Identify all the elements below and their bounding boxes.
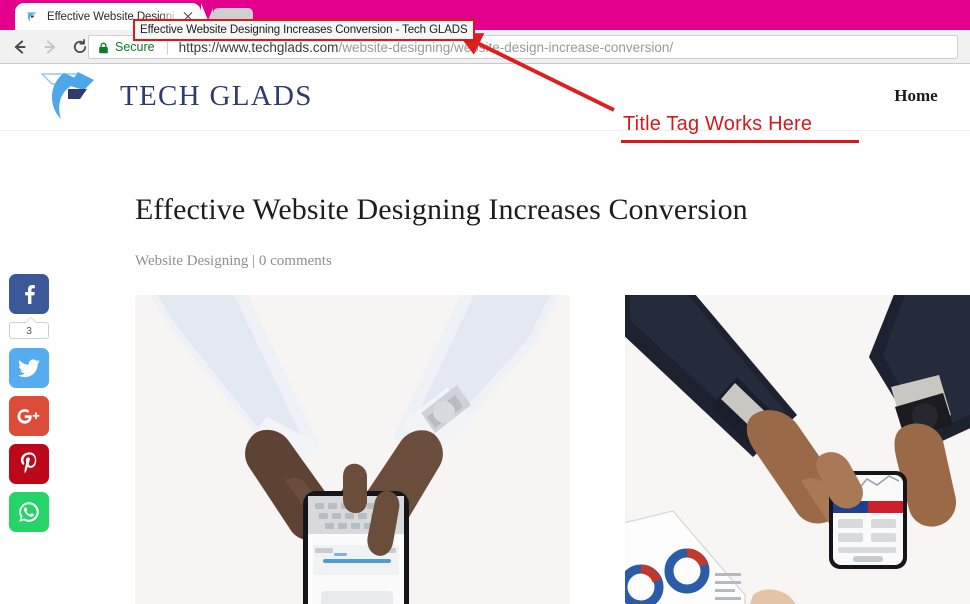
facebook-share-count: 3 (9, 317, 49, 339)
facebook-icon (25, 285, 35, 304)
share-button-twitter[interactable] (9, 348, 49, 388)
twitter-icon (18, 358, 40, 377)
page-viewport: TECH GLADS Home A Effective Website Desi… (0, 64, 970, 604)
meta-separator: | (252, 253, 256, 269)
site-header: TECH GLADS Home A (0, 64, 970, 131)
pinterest-icon (20, 452, 36, 474)
url-path: /website-designing/website-design-increa… (338, 39, 674, 55)
page-title: Effective Website Designing Increases Co… (135, 193, 748, 226)
article: Effective Website Designing Increases Co… (0, 193, 970, 604)
site-navigation: Home A (852, 86, 970, 106)
share-button-pinterest[interactable] (9, 444, 49, 484)
article-images (135, 295, 970, 604)
tooltip-text: Effective Website Designing Increases Co… (140, 24, 468, 36)
article-meta: Website Designing | 0 comments (135, 253, 970, 270)
url-host: https://www.techglads.com (178, 39, 339, 55)
techglads-logo-icon (38, 70, 116, 122)
secure-label: Secure (115, 40, 155, 54)
annotation-text: Title Tag Works Here (623, 113, 813, 135)
share-button-google-plus[interactable] (9, 396, 49, 436)
url-text: https://www.techglads.com/website-design… (179, 40, 674, 55)
back-icon[interactable] (5, 32, 35, 62)
article-category[interactable]: Website Designing (135, 253, 248, 269)
whatsapp-icon (19, 502, 39, 522)
article-image-1 (135, 295, 570, 604)
social-share-rail: 3 (9, 274, 49, 540)
annotation-underline (621, 140, 859, 143)
share-button-facebook[interactable] (9, 274, 49, 314)
tab-title-tooltip: Effective Website Designing Increases Co… (133, 19, 475, 41)
omnibox-divider (166, 39, 168, 55)
browser-window: Effective Website Designi Secure https:/… (0, 0, 970, 604)
nav-item-home[interactable]: Home (894, 86, 937, 106)
forward-icon[interactable] (35, 32, 65, 62)
techglads-favicon (24, 9, 40, 25)
share-button-whatsapp[interactable] (9, 492, 49, 532)
article-comments[interactable]: 0 comments (259, 253, 332, 269)
lock-icon (98, 41, 109, 54)
article-image-2 (625, 295, 970, 604)
site-logo-text: TECH GLADS (120, 79, 313, 112)
site-logo[interactable]: TECH GLADS (38, 68, 313, 124)
google-plus-icon (17, 408, 40, 424)
